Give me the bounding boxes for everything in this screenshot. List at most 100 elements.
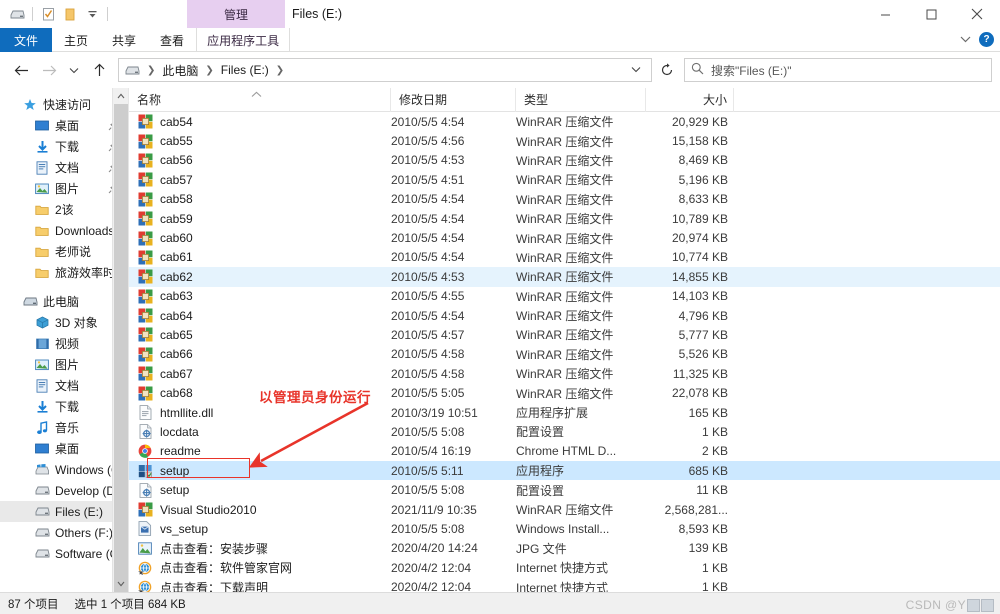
table-row[interactable]: readme 2010/5/4 16:19 Chrome HTML D... 2 KB xyxy=(129,442,1000,461)
table-row[interactable]: cab63 2010/5/5 4:55 WinRAR 压缩文件 14,103 KB xyxy=(129,287,1000,306)
table-row[interactable]: 点击查看：软件管家官网 2020/4/2 12:04 Internet 快捷方式 1 … xyxy=(129,558,1000,577)
help-icon[interactable]: ? xyxy=(979,32,994,47)
breadcrumb-this-pc[interactable]: 此电脑 xyxy=(160,62,200,79)
file-name-cell[interactable]: cab55 xyxy=(129,133,391,149)
file-name-cell[interactable]: readme xyxy=(129,443,391,459)
search-input[interactable]: 搜索"Files (E:)" xyxy=(711,62,792,79)
file-name-cell[interactable]: htmllite.dll xyxy=(129,405,391,421)
file-name-cell[interactable]: cab64 xyxy=(129,308,391,324)
tab-app-tools[interactable]: 应用程序工具 xyxy=(196,28,291,52)
tab-view[interactable]: 查看 xyxy=(148,28,196,52)
file-name-cell[interactable]: 点击查看：下载声明 xyxy=(129,579,391,592)
file-name-cell[interactable]: cab66 xyxy=(129,346,391,362)
column-header-date[interactable]: 修改日期 xyxy=(391,87,516,112)
refresh-button[interactable] xyxy=(654,58,680,82)
table-row[interactable]: cab68 2010/5/5 5:05 WinRAR 压缩文件 22,078 KB xyxy=(129,383,1000,402)
file-name-cell[interactable]: cab63 xyxy=(129,288,391,304)
sidebar-item-desktop[interactable]: 桌面 xyxy=(0,115,128,136)
sidebar-item-windows-c[interactable]: Windows (C:) xyxy=(0,459,128,480)
sidebar-scroll-up-button[interactable] xyxy=(113,88,128,104)
file-name-cell[interactable]: cab65 xyxy=(129,327,391,343)
sidebar-group-this-pc[interactable]: 此电脑 xyxy=(0,291,128,312)
address-bar[interactable]: ❯ 此电脑 ❯ Files (E:) ❯ xyxy=(118,58,652,82)
sidebar-item-folder-laoshishuo[interactable]: 老师说 xyxy=(0,241,128,262)
sidebar-item-pictures[interactable]: 图片 xyxy=(0,178,128,199)
file-name-cell[interactable]: cab62 xyxy=(129,269,391,285)
table-row[interactable]: Visual Studio2010 2021/11/9 10:35 WinRAR 压… xyxy=(129,500,1000,519)
sidebar-item-downloads-pc[interactable]: 下载 xyxy=(0,396,128,417)
up-button[interactable] xyxy=(86,57,112,83)
sidebar-item-folder-2gai[interactable]: 2该 xyxy=(0,199,128,220)
address-dropdown-icon[interactable] xyxy=(625,64,647,76)
sidebar-group-quick-access[interactable]: 快速访问 xyxy=(0,94,128,115)
table-row[interactable]: cab55 2010/5/5 4:56 WinRAR 压缩文件 15,158 KB xyxy=(129,131,1000,150)
management-contextual-tab[interactable]: 管理 xyxy=(187,0,285,28)
sidebar-item-desktop-pc[interactable]: 桌面 xyxy=(0,438,128,459)
file-name-cell[interactable]: locdata xyxy=(129,424,391,440)
file-name-cell[interactable]: cab57 xyxy=(129,172,391,188)
table-row[interactable]: 点击查看：安装步骤 2020/4/20 14:24 JPG 文件 139 KB xyxy=(129,539,1000,558)
table-row[interactable]: cab67 2010/5/5 4:58 WinRAR 压缩文件 11,325 KB xyxy=(129,364,1000,383)
table-row[interactable]: cab58 2010/5/5 4:54 WinRAR 压缩文件 8,633 KB xyxy=(129,190,1000,209)
table-row[interactable]: cab57 2010/5/5 4:51 WinRAR 压缩文件 5,196 KB xyxy=(129,170,1000,189)
breadcrumb-separator-0[interactable]: ❯ xyxy=(142,65,160,76)
minimize-button[interactable] xyxy=(862,0,908,28)
file-name-cell[interactable]: 点击查看：安装步骤 xyxy=(129,540,391,557)
sidebar-item-pictures-pc[interactable]: 图片 xyxy=(0,354,128,375)
file-name-cell[interactable]: vs_setup xyxy=(129,521,391,537)
table-row[interactable]: vs_setup 2010/5/5 5:08 Windows Install... 8… xyxy=(129,519,1000,538)
file-name-cell[interactable]: cab61 xyxy=(129,249,391,265)
sidebar-item-music[interactable]: 音乐 xyxy=(0,417,128,438)
breadcrumb-separator-2[interactable]: ❯ xyxy=(271,65,289,76)
breadcrumb-files-e[interactable]: Files (E:) xyxy=(219,63,271,77)
forward-button[interactable] xyxy=(36,57,62,83)
sidebar-item-videos[interactable]: 视频 xyxy=(0,333,128,354)
back-button[interactable] xyxy=(8,57,34,83)
sidebar-item-software-g[interactable]: Software (G:) xyxy=(0,543,128,564)
file-name-cell[interactable]: cab68 xyxy=(129,385,391,401)
search-box[interactable]: 搜索"Files (E:)" xyxy=(684,58,992,82)
properties-icon[interactable] xyxy=(37,3,59,25)
file-name-cell[interactable]: Visual Studio2010 xyxy=(129,502,391,518)
table-row[interactable]: cab59 2010/5/5 4:54 WinRAR 压缩文件 10,789 KB xyxy=(129,209,1000,228)
column-header-name[interactable]: 名称 xyxy=(129,87,391,112)
table-row[interactable]: locdata 2010/5/5 5:08 配置设置 1 KB xyxy=(129,422,1000,441)
sidebar-item-others-f[interactable]: Others (F:) xyxy=(0,522,128,543)
sidebar-item-develop-d[interactable]: Develop (D:) xyxy=(0,480,128,501)
table-row[interactable]: cab56 2010/5/5 4:53 WinRAR 压缩文件 8,469 KB xyxy=(129,151,1000,170)
sidebar-item-folder-lvyou[interactable]: 旅游效率时空演化 xyxy=(0,262,128,283)
table-row[interactable]: cab65 2010/5/5 4:57 WinRAR 压缩文件 5,777 KB xyxy=(129,325,1000,344)
maximize-button[interactable] xyxy=(908,0,954,28)
new-folder-icon[interactable] xyxy=(59,3,81,25)
sidebar-item-downloads-cn[interactable]: 下载 xyxy=(0,136,128,157)
file-name-cell[interactable]: cab60 xyxy=(129,230,391,246)
table-row[interactable]: htmllite.dll 2010/3/19 10:51 应用程序扩展 165 KB xyxy=(129,403,1000,422)
table-row[interactable]: cab54 2010/5/5 4:54 WinRAR 压缩文件 20,929 KB xyxy=(129,112,1000,131)
file-name-cell[interactable]: cab59 xyxy=(129,211,391,227)
recent-locations-button[interactable] xyxy=(64,57,84,83)
sidebar-item-files-e[interactable]: Files (E:) xyxy=(0,501,128,522)
sidebar-scrollbar[interactable] xyxy=(112,88,128,592)
sidebar-item-3d-objects[interactable]: 3D 对象 xyxy=(0,312,128,333)
sidebar-scroll-down-button[interactable] xyxy=(113,576,128,592)
table-row[interactable]: 点击查看：下载声明 2020/4/2 12:04 Internet 快捷方式 1 KB xyxy=(129,577,1000,592)
sidebar-item-folder-downloads[interactable]: Downloads xyxy=(0,220,128,241)
tab-home[interactable]: 主页 xyxy=(52,28,100,52)
sidebar-item-documents-pc[interactable]: 文档 xyxy=(0,375,128,396)
sidebar-scroll-thumb[interactable] xyxy=(114,104,128,592)
sidebar-item-documents[interactable]: 文档 xyxy=(0,157,128,178)
column-header-size[interactable]: 大小 xyxy=(646,87,734,112)
file-name-cell[interactable]: cab56 xyxy=(129,152,391,168)
table-row[interactable]: cab61 2010/5/5 4:54 WinRAR 压缩文件 10,774 KB xyxy=(129,248,1000,267)
file-name-cell[interactable]: cab58 xyxy=(129,191,391,207)
table-row[interactable]: setup 2010/5/5 5:08 配置设置 11 KB xyxy=(129,480,1000,499)
chevron-down-icon[interactable] xyxy=(960,34,971,46)
table-row[interactable]: setup 2010/5/5 5:11 应用程序 685 KB xyxy=(129,461,1000,481)
column-header-type[interactable]: 类型 xyxy=(516,87,646,112)
breadcrumb-drive-icon[interactable] xyxy=(123,65,142,76)
table-row[interactable]: cab66 2010/5/5 4:58 WinRAR 压缩文件 5,526 KB xyxy=(129,345,1000,364)
table-row[interactable]: cab62 2010/5/5 4:53 WinRAR 压缩文件 14,855 KB xyxy=(129,267,1000,287)
breadcrumb-separator-1[interactable]: ❯ xyxy=(200,65,218,76)
file-name-cell[interactable]: 点击查看：软件管家官网 xyxy=(129,559,391,576)
file-name-cell[interactable]: cab54 xyxy=(129,114,391,130)
